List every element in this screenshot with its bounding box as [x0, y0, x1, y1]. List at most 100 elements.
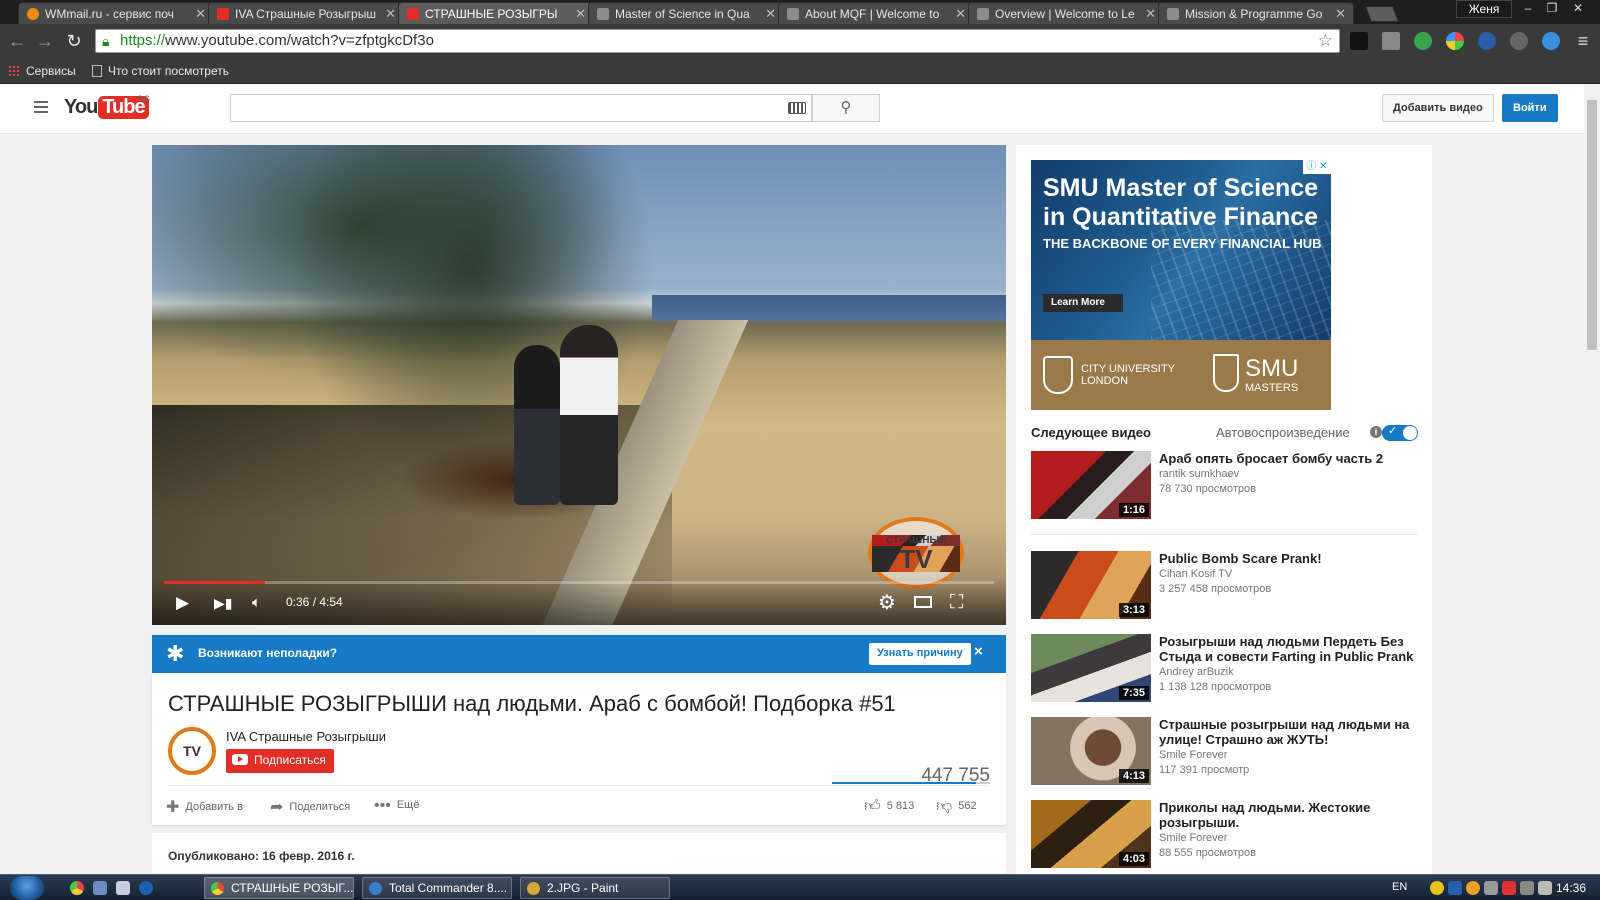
share-button[interactable]: ➦ Поделиться — [270, 797, 350, 817]
tab-about-mqf[interactable]: About MQF | Welcome to ✕ — [778, 2, 974, 24]
recommended-video[interactable]: 3:13 Public Bomb Scare Prank! Cihan Kosi… — [1031, 551, 1417, 619]
search-input[interactable] — [230, 94, 812, 122]
volume-icon[interactable]: 🔈︎ — [252, 593, 261, 613]
video-thumbnail[interactable]: 3:13 — [1031, 551, 1151, 619]
recommended-title[interactable]: Public Bomb Scare Prank! — [1159, 551, 1417, 566]
video-thumbnail[interactable]: 1:16 — [1031, 451, 1151, 519]
tab-overview[interactable]: Overview | Welcome to Le ✕ — [968, 2, 1164, 24]
recommended-video[interactable]: 4:13 Страшные розыгрыши над людьми на ул… — [1031, 717, 1417, 785]
autoplay-toggle[interactable]: ✓ — [1382, 425, 1418, 441]
close-window-button[interactable]: ✕ — [1566, 0, 1590, 18]
channel-name-link[interactable]: IVA Страшные Розыгрыши — [226, 729, 386, 744]
channel-avatar[interactable]: TV — [168, 727, 216, 775]
user-profile-button[interactable]: Женя — [1456, 0, 1512, 18]
chrome-icon[interactable] — [70, 881, 84, 895]
play-extension-icon[interactable] — [1510, 32, 1528, 50]
network-icon[interactable] — [1520, 881, 1534, 895]
bookmark-item[interactable]: Что стоит посмотреть — [92, 58, 229, 84]
recommended-video[interactable]: 7:35 Розыгрыши над людьми Пердеть Без Ст… — [1031, 634, 1417, 702]
tab-master-of-science[interactable]: Master of Science in Qua ✕ — [588, 2, 784, 24]
tab-close-icon[interactable]: ✕ — [575, 3, 586, 24]
youtube-icon — [217, 8, 229, 20]
play-icon[interactable]: ▶ — [176, 593, 189, 613]
display-ad[interactable]: SMU Master of Science in Quantitative Fi… — [1031, 160, 1331, 410]
tab-close-icon[interactable]: ✕ — [385, 3, 396, 24]
recommended-video[interactable]: 4:03 Приколы над людьми. Жестокие розыгр… — [1031, 800, 1417, 868]
globe-extension-icon[interactable] — [1414, 32, 1432, 50]
media-icon[interactable] — [116, 881, 130, 895]
tab-close-icon[interactable]: ✕ — [955, 3, 966, 24]
recommended-title[interactable]: Приколы над людьми. Жестокие розыгрыши. — [1159, 800, 1417, 830]
ad-learn-more-button[interactable]: Learn More — [1043, 294, 1123, 312]
tab-close-icon[interactable]: ✕ — [1145, 3, 1156, 24]
page-scrollbar[interactable] — [1584, 84, 1600, 874]
more-actions-button[interactable]: ••• Ещё — [374, 797, 419, 815]
desktop-icon[interactable] — [93, 881, 107, 895]
tab-mission[interactable]: Mission & Programme Go ✕ — [1158, 2, 1354, 24]
video-player[interactable]: СТРАШНЫЕ TV ▶ ▶▮ 🔈︎ 0:36 / 4:54 ⚙ ⛶ — [152, 145, 1006, 625]
sign-in-button[interactable]: Войти — [1502, 94, 1558, 122]
recommended-video[interactable]: 1:16 Араб опять бросает бомбу часть 2 ra… — [1031, 451, 1417, 519]
like-button[interactable]: 👍︎ 5 813 — [864, 797, 914, 816]
maximize-button[interactable]: ❐ — [1540, 0, 1564, 18]
adchoices-close-icon[interactable]: ⓘ ✕ — [1303, 160, 1331, 174]
forward-arrow-icon[interactable]: → — [34, 30, 56, 52]
extension-icon[interactable] — [1382, 32, 1400, 50]
taskbar-task-paint[interactable]: 2.JPG - Paint — [520, 877, 670, 899]
extension-icon[interactable] — [1542, 32, 1560, 50]
tray-icon[interactable] — [1538, 881, 1552, 895]
back-arrow-icon[interactable]: ← — [6, 30, 28, 52]
subscribe-button[interactable]: Подписаться — [226, 749, 334, 773]
bookmark-star-icon[interactable]: ☆ — [1318, 30, 1333, 52]
theater-mode-icon[interactable] — [914, 593, 932, 613]
tray-icon[interactable] — [1502, 881, 1516, 895]
next-video-icon[interactable]: ▶▮ — [214, 593, 232, 613]
speaker-icon[interactable] — [1484, 881, 1498, 895]
tab-current-video[interactable]: СТРАШНЫЕ РОЗЫГРЫ ✕ — [398, 2, 594, 24]
video-thumbnail[interactable]: 4:03 — [1031, 800, 1151, 868]
scrollbar-thumb[interactable] — [1587, 100, 1597, 350]
reload-icon[interactable]: ↻ — [63, 30, 85, 52]
bookmark-apps[interactable]: Сервисы — [8, 58, 76, 84]
language-indicator[interactable]: EN — [1392, 881, 1407, 893]
dislike-button[interactable]: 👎︎ 562 — [936, 797, 977, 816]
tab-iva-channel[interactable]: IVA Страшные Розыгрыш ✕ — [208, 2, 404, 24]
extension-icon[interactable] — [1350, 32, 1368, 50]
fullscreen-icon[interactable]: ⛶ — [950, 593, 963, 613]
tab-close-icon[interactable]: ✕ — [195, 3, 206, 24]
video-thumbnail[interactable]: 4:13 — [1031, 717, 1151, 785]
recommended-title[interactable]: Араб опять бросает бомбу часть 2 — [1159, 451, 1417, 466]
new-tab-button[interactable] — [1365, 6, 1399, 22]
learn-why-button[interactable]: Узнать причину — [869, 643, 971, 665]
add-to-button[interactable]: ✚ Добавить в — [166, 797, 243, 817]
youtube-logo[interactable]: You Tube — [64, 96, 149, 122]
tab-wmmail[interactable]: WMmail.ru - сервис поч ✕ — [18, 2, 214, 24]
recommended-title[interactable]: Страшные розыгрыши над людьми на улице! … — [1159, 717, 1417, 747]
start-button[interactable] — [10, 876, 44, 900]
search-button[interactable]: ⚲ — [812, 94, 880, 122]
browser-icon[interactable] — [139, 881, 153, 895]
tab-close-icon[interactable]: ✕ — [1335, 3, 1346, 24]
recommended-title[interactable]: Розыгрыши над людьми Пердеть Без Стыда и… — [1159, 634, 1417, 664]
taskbar-task-total-commander[interactable]: Total Commander 8.... — [362, 877, 512, 899]
extension-icon[interactable] — [1446, 32, 1464, 50]
guide-menu-icon[interactable] — [34, 101, 48, 113]
info-icon[interactable]: i — [1370, 426, 1382, 438]
tray-icon[interactable] — [1430, 881, 1444, 895]
extension-icon[interactable] — [1478, 32, 1496, 50]
address-bar[interactable]: 🔒︎ https://www.youtube.com/watch?v=zfptg… — [95, 29, 1340, 53]
progress-bar[interactable] — [164, 581, 994, 584]
keyboard-icon[interactable] — [788, 102, 806, 114]
minimize-button[interactable]: – — [1516, 0, 1540, 18]
video-thumbnail[interactable]: 7:35 — [1031, 634, 1151, 702]
tray-icon[interactable] — [1448, 881, 1462, 895]
upload-video-button[interactable]: Добавить видео — [1382, 94, 1494, 122]
settings-gear-icon[interactable]: ⚙ — [878, 593, 896, 613]
menu-icon[interactable]: ≡ — [1572, 30, 1594, 52]
tab-close-icon[interactable]: ✕ — [765, 3, 776, 24]
tray-icon[interactable] — [1466, 881, 1480, 895]
publish-date: Опубликовано: 16 февр. 2016 г. — [168, 849, 355, 863]
clock[interactable]: 14:36 — [1556, 881, 1586, 895]
taskbar-task-chrome[interactable]: СТРАШНЫЕ РОЗЫГ... — [204, 877, 354, 899]
close-icon[interactable]: × — [974, 643, 983, 660]
